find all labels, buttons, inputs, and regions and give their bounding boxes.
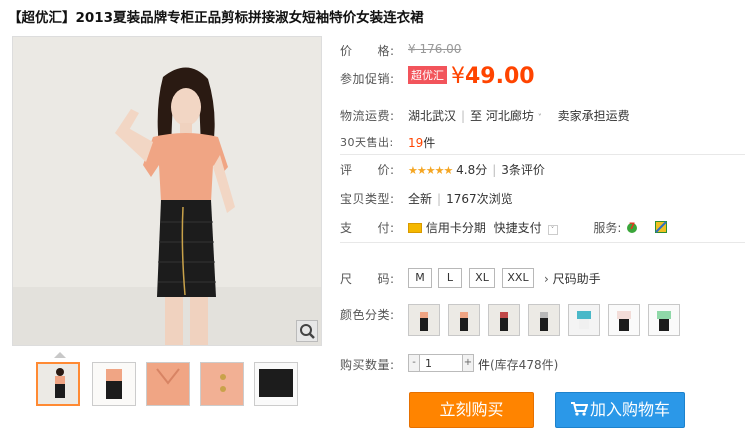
size-label: 尺 码: — [340, 272, 395, 286]
ship-to-dropdown[interactable]: 河北廊坊 ˅ — [486, 109, 542, 123]
currency-symbol: ¥ — [451, 64, 465, 89]
seven-day-return-icon[interactable]: 7 — [625, 220, 639, 234]
service-badge-icon[interactable] — [655, 221, 668, 233]
quantity-plus-button[interactable]: + — [462, 354, 474, 372]
product-title: 【超优汇】2013夏装品牌专柜正品剪标拼接淑女短袖特价女装连衣裙 — [8, 10, 424, 26]
color-swatch-4[interactable] — [528, 304, 560, 336]
color-swatch-6[interactable] — [608, 304, 640, 336]
installment-link[interactable]: 信用卡分期 — [426, 221, 486, 235]
chevron-down-icon: ˅ — [537, 113, 542, 122]
thumbnail-2[interactable] — [92, 362, 136, 406]
item-condition: 全新 — [408, 192, 433, 206]
zoom-button[interactable] — [296, 320, 318, 342]
review-count-link[interactable]: 3条评价 — [501, 163, 545, 177]
add-to-cart-button[interactable]: 加入购物车 — [555, 392, 685, 428]
item-type-label: 宝贝类型: — [340, 192, 395, 206]
promo-badge[interactable]: 超优汇 — [408, 66, 447, 84]
divider — [340, 154, 745, 155]
rating-stars: ★★★★★ — [408, 164, 453, 177]
color-swatch-3[interactable] — [488, 304, 520, 336]
payment-values: 信用卡分期 快捷支付 ˅ 服务: 7 — [408, 219, 668, 236]
cart-icon — [570, 402, 589, 416]
separator: | — [492, 163, 497, 177]
sales-count: 19 — [408, 136, 424, 150]
magnifier-icon — [300, 324, 315, 339]
quantity-label: 购买数量: — [340, 358, 395, 372]
rating-score: 4.8分 — [456, 163, 488, 177]
thumbnail-4[interactable] — [200, 362, 244, 406]
color-label: 颜色分类: — [340, 308, 395, 322]
separator: | — [437, 192, 442, 206]
buy-now-button[interactable]: 立刻购买 — [409, 392, 534, 428]
thumbnail-1[interactable] — [36, 362, 80, 406]
quantity-unit: 件 — [478, 358, 491, 372]
color-swatch-2[interactable] — [448, 304, 480, 336]
promo-label: 参加促销: — [340, 72, 395, 86]
size-options: M L XL XXL › 尺码助手 — [408, 268, 738, 290]
payment-label: 支 付: — [340, 221, 395, 235]
ship-to: 河北廊坊 — [485, 109, 534, 123]
size-option-xxl[interactable]: XXL — [502, 268, 534, 288]
rating-label: 评 价: — [340, 163, 395, 177]
quantity-stepper: - + — [408, 354, 474, 372]
add-to-cart-label: 加入购物车 — [589, 400, 670, 419]
ship-to-prefix: 至 — [470, 109, 483, 123]
thumbnail-5[interactable] — [254, 362, 298, 406]
main-product-image[interactable] — [12, 36, 322, 346]
sales-label: 30天售出: — [340, 136, 394, 149]
color-swatch-7[interactable] — [648, 304, 680, 336]
size-option-l[interactable]: L — [438, 268, 462, 288]
size-option-xl[interactable]: XL — [469, 268, 495, 288]
original-price: ¥ 176.00 — [408, 42, 462, 56]
price-label: 价 格: — [340, 44, 395, 58]
size-helper-text: 尺码助手 — [552, 272, 601, 286]
model-photo — [13, 37, 321, 345]
promo-price: 49.00 — [465, 64, 535, 89]
service-seven-text: 7 — [629, 222, 635, 232]
chevron-right-icon: › — [544, 272, 549, 286]
separator: | — [461, 109, 466, 123]
ship-from: 湖北武汉 — [408, 109, 457, 123]
thumb-pointer — [54, 352, 66, 358]
view-count: 1767次浏览 — [446, 192, 513, 206]
divider — [340, 242, 745, 243]
shipping-note: 卖家承担运费 — [557, 109, 630, 123]
quantity-input[interactable] — [421, 355, 461, 371]
shipping-values: 湖北武汉 | 至 河北廊坊 ˅ 卖家承担运费 — [408, 107, 630, 124]
service-label: 服务: — [593, 221, 622, 235]
shipping-label: 物流运费: — [340, 109, 395, 123]
color-swatches — [408, 304, 708, 340]
size-option-m[interactable]: M — [408, 268, 432, 288]
quick-pay-link[interactable]: 快捷支付 — [494, 221, 542, 235]
quantity-minus-button[interactable]: - — [408, 354, 420, 372]
thumbnail-3[interactable] — [146, 362, 190, 406]
quantity-row: 购买数量: - + 件 (库存478件) — [340, 354, 740, 374]
credit-card-icon — [408, 223, 422, 233]
rating-values: ★★★★★ 4.8分 | 3条评价 — [408, 161, 545, 178]
sales-values: 19件 — [408, 134, 435, 151]
color-swatch-5[interactable] — [568, 304, 600, 336]
color-swatch-1[interactable] — [408, 304, 440, 336]
chevron-down-icon[interactable]: ˅ — [547, 225, 558, 235]
item-type-values: 全新 | 1767次浏览 — [408, 190, 513, 207]
size-helper-link[interactable]: › 尺码助手 — [544, 270, 601, 287]
sales-unit: 件 — [423, 136, 436, 150]
promo-price-group: 超优汇 ¥49.00 — [408, 64, 535, 89]
stock-count: (库存478件) — [490, 358, 559, 372]
